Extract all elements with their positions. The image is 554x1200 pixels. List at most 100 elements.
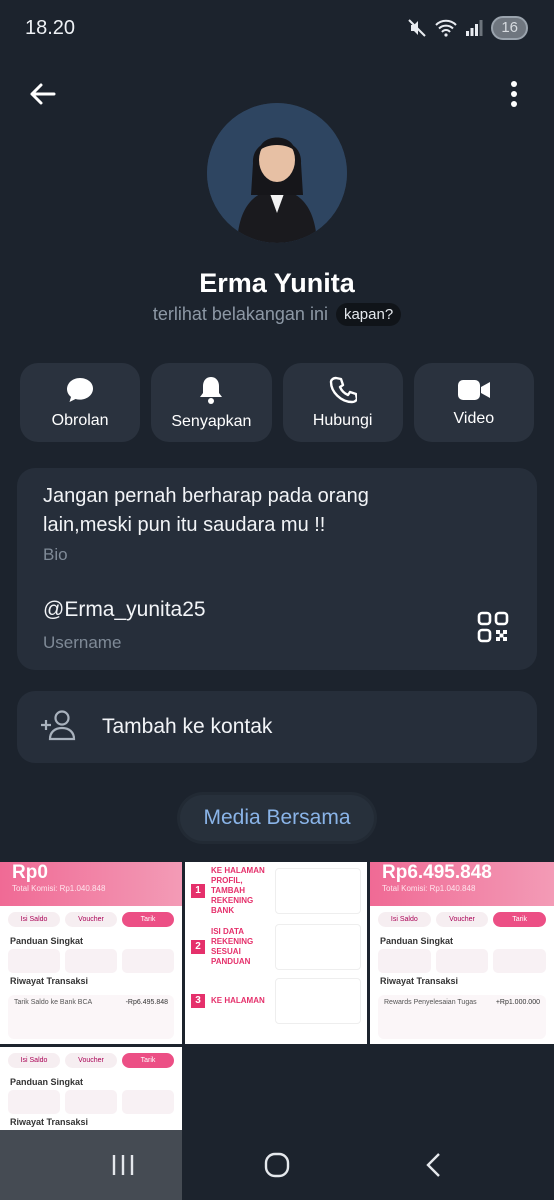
bio-text: Jangan pernah berharap pada orang lain,m…	[43, 485, 369, 536]
chevron-left-icon	[426, 1153, 440, 1177]
thumb-chip: Isi Saldo	[8, 1053, 60, 1068]
mute-icon	[408, 19, 427, 37]
thumb-chip: Tarik	[122, 912, 174, 927]
chat-bubble-icon	[67, 377, 94, 402]
thumb-chip: Isi Saldo	[378, 912, 431, 927]
thumb-guide-title: Panduan Singkat	[380, 936, 454, 946]
status-bar: 18.20 16	[0, 0, 554, 60]
avatar-illustration	[207, 103, 347, 243]
guide-step: 1 KE HALAMAN PROFIL, TAMBAH REKENING BAN…	[185, 862, 367, 920]
thumb-chips: Isi Saldo Voucher Tarik	[370, 906, 554, 933]
profile-name: Erma Yunita	[199, 268, 355, 298]
thumb-amount: Rp6.495.848	[382, 862, 492, 883]
more-vertical-icon	[511, 81, 517, 107]
wifi-icon	[435, 19, 458, 37]
username-text[interactable]: @Erma_yunita25	[43, 598, 206, 622]
shared-media-tab[interactable]: Media Bersama	[180, 795, 374, 841]
phone-icon	[329, 376, 357, 403]
guide-step: 2 ISI DATA REKENING SESUAI PANDUAN	[185, 920, 367, 974]
thumb-guide-box	[122, 1090, 174, 1114]
last-seen-hint-button[interactable]: kapan?	[335, 303, 402, 326]
thumb-guide-row	[370, 949, 554, 973]
thumb-chips: Isi Saldo Voucher Tarik	[0, 1047, 182, 1074]
last-seen-text: terlihat belakangan ini	[152, 304, 328, 324]
info-card: Jangan pernah berharap pada orang lain,m…	[17, 468, 537, 670]
video-camera-icon	[457, 379, 490, 400]
thumb-guide-box	[122, 949, 174, 973]
back-button[interactable]	[22, 74, 62, 114]
thumb-guide-title: Panduan Singkat	[10, 1077, 84, 1087]
recent-apps-button[interactable]	[103, 1150, 143, 1180]
thumb-history-text: Tarik Saldo ke Bank BCA	[14, 999, 93, 1006]
mute-button[interactable]: Senyapkan	[151, 363, 272, 442]
shared-media-tab-label: Media Bersama	[203, 806, 351, 829]
call-button[interactable]: Hubungi	[282, 363, 403, 442]
home-icon	[264, 1152, 290, 1178]
video-call-button-label: Video	[453, 409, 495, 427]
thumb-history-amount: +Rp1.000.000	[495, 999, 540, 1006]
thumb-guide-box	[435, 949, 489, 973]
thumb-guide-box	[8, 949, 60, 973]
thumb-subtitle: Total Komisi: Rp1.040.848	[12, 884, 106, 893]
thumb-guide-box	[65, 1090, 117, 1114]
media-thumbnail[interactable]: Rp0 Total Komisi: Rp1.040.848 Isi Saldo …	[0, 862, 182, 1044]
thumb-amount: Rp0	[12, 862, 48, 883]
thumb-subtitle: Total Komisi: Rp1.040.848	[382, 884, 476, 893]
step-number: 1	[191, 884, 205, 898]
thumb-chip: Voucher	[65, 1053, 117, 1068]
step-number: 3	[191, 994, 205, 1008]
thumb-guide-row	[0, 1090, 182, 1114]
thumb-guide-box	[493, 949, 547, 973]
step-phone-image	[275, 924, 361, 970]
step-text: ISI DATA REKENING SESUAI PANDUAN	[211, 927, 254, 966]
arrow-left-icon	[30, 83, 56, 105]
thumb-chip: Tarik	[493, 912, 547, 927]
video-call-button[interactable]: Video	[413, 363, 534, 442]
step-number: 2	[191, 940, 205, 954]
thumb-history-row: Tarik Saldo ke Bank BCA -Rp6.495.848	[8, 995, 174, 1039]
recent-apps-icon	[112, 1155, 134, 1175]
status-icons: 16	[407, 16, 528, 40]
status-time: 18.20	[25, 17, 76, 39]
thumb-history-title: Riwayat Transaksi	[380, 976, 459, 986]
thumb-chip: Voucher	[435, 912, 489, 927]
home-button[interactable]	[257, 1150, 297, 1180]
thumb-history-title: Riwayat Transaksi	[10, 976, 89, 986]
thumb-history-text: Rewards Penyelesaian Tugas	[384, 999, 477, 1006]
qr-code-icon	[477, 611, 509, 643]
signal-icon	[466, 20, 483, 36]
thumb-header: Rp0 Total Komisi: Rp1.040.848	[0, 862, 182, 906]
step-text: KE HALAMAN	[211, 996, 265, 1005]
add-contact-button[interactable]: Tambah ke kontak	[17, 691, 537, 763]
mute-button-label: Senyapkan	[171, 412, 252, 430]
qr-code-button[interactable]	[477, 611, 509, 643]
action-buttons: Obrolan Senyapkan Hubungi Video	[20, 363, 534, 442]
media-thumbnail[interactable]: Rp6.495.848 Total Komisi: Rp1.040.848 Is…	[370, 862, 554, 1044]
thumb-chips: Isi Saldo Voucher Tarik	[0, 906, 182, 933]
battery-indicator: 16	[491, 16, 528, 40]
add-person-icon	[41, 710, 76, 741]
back-nav-button[interactable]	[413, 1150, 453, 1180]
last-seen-row: terlihat belakangan ini kapan?	[0, 303, 554, 326]
username-label: Username	[43, 633, 122, 652]
thumb-guide-box	[378, 949, 431, 973]
thumb-history-title: Riwayat Transaksi	[10, 1117, 89, 1127]
thumb-guide-row	[0, 949, 182, 973]
call-button-label: Hubungi	[312, 411, 373, 429]
thumb-guide-box	[65, 949, 117, 973]
thumb-chip: Isi Saldo	[8, 912, 60, 927]
more-options-button[interactable]	[496, 74, 532, 114]
thumb-chip: Voucher	[65, 912, 117, 927]
guide-step: 3 KE HALAMAN	[185, 974, 367, 1028]
bio-label: Bio	[43, 545, 68, 564]
step-text: KE HALAMAN PROFIL, TAMBAH REKENING BANK	[211, 866, 265, 915]
step-phone-image	[275, 868, 361, 914]
thumb-history-row: Rewards Penyelesaian Tugas +Rp1.000.000	[378, 995, 546, 1039]
thumb-guide-title: Panduan Singkat	[10, 936, 84, 946]
media-thumbnail[interactable]: 1 KE HALAMAN PROFIL, TAMBAH REKENING BAN…	[185, 862, 367, 1044]
thumb-header: Rp6.495.848 Total Komisi: Rp1.040.848	[370, 862, 554, 906]
profile-avatar[interactable]	[207, 103, 347, 243]
chat-button[interactable]: Obrolan	[20, 363, 141, 442]
step-phone-image	[275, 978, 361, 1024]
add-contact-label: Tambah ke kontak	[102, 715, 273, 738]
